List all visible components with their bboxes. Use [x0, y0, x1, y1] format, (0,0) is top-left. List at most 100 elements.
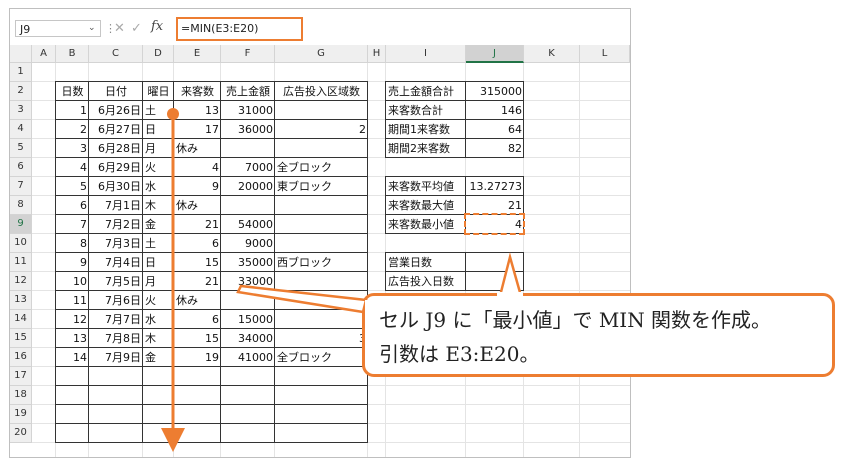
table-cell[interactable]: 7月2日 [89, 215, 143, 234]
table-cell[interactable]: 21 [174, 215, 221, 234]
table-cell[interactable]: 土 [143, 101, 174, 120]
table-cell[interactable]: 日 [143, 120, 174, 139]
column-header-j[interactable]: J [466, 45, 524, 63]
table-cell[interactable]: 36000 [221, 120, 275, 139]
table-cell[interactable]: 全ブロック [275, 348, 368, 367]
table-cell[interactable]: 41000 [221, 348, 275, 367]
summary-label[interactable]: 期間2来客数 [386, 139, 466, 158]
table-cell[interactable]: 6月26日 [89, 101, 143, 120]
table-cell[interactable]: 8 [56, 234, 89, 253]
table-cell[interactable]: 33000 [221, 272, 275, 291]
column-header-g[interactable]: G [275, 45, 368, 63]
table-cell[interactable] [275, 310, 368, 329]
row-header-19[interactable]: 19 [10, 405, 32, 424]
table-cell[interactable]: 21 [174, 272, 221, 291]
summary-value[interactable]: 13.27273 [466, 177, 524, 196]
table-cell[interactable]: 土 [143, 234, 174, 253]
table-cell[interactable]: 10 [56, 272, 89, 291]
table-cell[interactable]: 6 [56, 196, 89, 215]
formula-input[interactable]: =MIN(E3:E20) [176, 17, 303, 41]
row-header-6[interactable]: 6 [10, 158, 32, 177]
row-header-16[interactable]: 16 [10, 348, 32, 367]
table-cell[interactable] [275, 215, 368, 234]
row-header-17[interactable]: 17 [10, 367, 32, 386]
table-cell[interactable]: 休み [174, 139, 221, 158]
table-cell[interactable]: 6 [174, 310, 221, 329]
column-header-f[interactable]: F [221, 45, 275, 63]
table-cell[interactable]: 火 [143, 158, 174, 177]
table-cell[interactable]: 6月28日 [89, 139, 143, 158]
table-cell[interactable]: 9 [174, 177, 221, 196]
table-header-cell[interactable]: 来客数 [174, 82, 221, 101]
column-header-h[interactable]: H [368, 45, 386, 63]
table-cell[interactable] [275, 272, 368, 291]
table-cell[interactable]: 7 [56, 215, 89, 234]
active-cell-j9[interactable] [464, 213, 525, 235]
summary-value[interactable] [466, 272, 524, 291]
table-header-cell[interactable]: 曜日 [143, 82, 174, 101]
table-cell[interactable]: 3 [56, 139, 89, 158]
enter-check-icon[interactable]: ✓ [131, 20, 142, 37]
table-cell[interactable]: 15 [174, 329, 221, 348]
row-header-5[interactable]: 5 [10, 139, 32, 158]
table-cell[interactable] [275, 101, 368, 120]
row-header-10[interactable]: 10 [10, 234, 32, 253]
summary-value[interactable]: 82 [466, 139, 524, 158]
table-cell[interactable] [275, 196, 368, 215]
summary-value[interactable] [466, 253, 524, 272]
table-cell[interactable] [275, 139, 368, 158]
row-header-12[interactable]: 12 [10, 272, 32, 291]
summary-label[interactable]: 営業日数 [386, 253, 466, 272]
table-header-cell[interactable]: 日数 [56, 82, 89, 101]
table-cell[interactable]: 5 [56, 177, 89, 196]
chevron-down-icon[interactable]: ⌄ [88, 20, 96, 37]
table-header-cell[interactable]: 売上金額 [221, 82, 275, 101]
summary-label[interactable]: 来客数合計 [386, 101, 466, 120]
table-cell[interactable]: 15000 [221, 310, 275, 329]
table-cell[interactable]: 31000 [221, 101, 275, 120]
row-header-18[interactable]: 18 [10, 386, 32, 405]
column-header-e[interactable]: E [174, 45, 221, 63]
summary-label[interactable]: 広告投入日数 [386, 272, 466, 291]
summary-label[interactable]: 来客数平均値 [386, 177, 466, 196]
table-cell[interactable] [221, 196, 275, 215]
table-cell[interactable]: 休み [174, 291, 221, 310]
row-header-14[interactable]: 14 [10, 310, 32, 329]
row-header-8[interactable]: 8 [10, 196, 32, 215]
summary-value[interactable]: 146 [466, 101, 524, 120]
table-cell[interactable]: 月 [143, 139, 174, 158]
table-cell[interactable]: 9 [56, 253, 89, 272]
table-cell[interactable]: 7月8日 [89, 329, 143, 348]
table-cell[interactable]: 11 [56, 291, 89, 310]
table-cell[interactable]: 木 [143, 196, 174, 215]
table-cell[interactable]: 3 [275, 329, 368, 348]
cancel-icon[interactable]: ✕ [114, 20, 125, 37]
table-cell[interactable]: 15 [174, 253, 221, 272]
table-cell[interactable]: 金 [143, 348, 174, 367]
row-header-9[interactable]: 9 [10, 215, 32, 234]
table-cell[interactable]: 17 [174, 120, 221, 139]
table-cell[interactable]: 19 [174, 348, 221, 367]
table-cell[interactable]: 1 [56, 101, 89, 120]
table-cell[interactable]: 34000 [221, 329, 275, 348]
table-cell[interactable]: 20000 [221, 177, 275, 196]
table-cell[interactable]: 7月9日 [89, 348, 143, 367]
table-cell[interactable]: 金 [143, 215, 174, 234]
table-cell[interactable] [221, 291, 275, 310]
table-cell[interactable]: 休み [174, 196, 221, 215]
table-cell[interactable]: 6 [174, 234, 221, 253]
summary-label[interactable]: 来客数最小値 [386, 215, 466, 234]
table-cell[interactable]: 13 [56, 329, 89, 348]
table-cell[interactable]: 14 [56, 348, 89, 367]
table-cell[interactable]: 7月1日 [89, 196, 143, 215]
table-cell[interactable]: 全ブロック [275, 158, 368, 177]
row-header-3[interactable]: 3 [10, 101, 32, 120]
table-cell[interactable]: 35000 [221, 253, 275, 272]
table-cell[interactable]: 4 [174, 158, 221, 177]
table-cell[interactable]: 東ブロック [275, 177, 368, 196]
row-header-4[interactable]: 4 [10, 120, 32, 139]
table-cell[interactable]: 水 [143, 177, 174, 196]
table-cell[interactable]: 9000 [221, 234, 275, 253]
select-all-corner[interactable] [10, 45, 32, 63]
row-header-15[interactable]: 15 [10, 329, 32, 348]
